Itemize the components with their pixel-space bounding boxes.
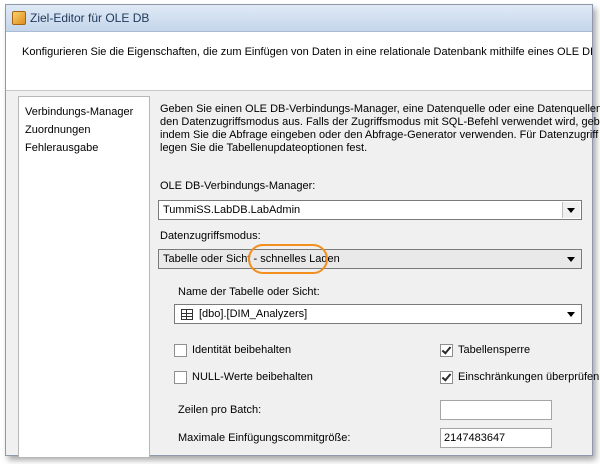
chevron-down-icon	[567, 312, 575, 317]
info-line: den Datenzugriffsmodus aus. Falls der Zu…	[160, 116, 600, 128]
max-commit-size-label: Maximale Einfügungscommitgröße:	[178, 432, 351, 444]
app-icon	[12, 11, 26, 25]
table-name-label: Name der Tabelle oder Sicht:	[178, 286, 320, 298]
rows-per-batch-label: Zeilen pro Batch:	[178, 404, 262, 416]
check-constraints-label: Einschränkungen überprüfen	[458, 371, 600, 383]
info-line: legen Sie die Tabellenupdateoptionen fes…	[160, 142, 368, 154]
table-lock-checkbox[interactable]	[440, 344, 453, 357]
table-lock-label: Tabellensperre	[458, 344, 531, 356]
rows-per-batch-input[interactable]	[440, 400, 552, 420]
nav-item-zuordnungen[interactable]: Zuordnungen	[25, 124, 90, 136]
info-line: Geben Sie einen OLE DB-Verbindungs-Manag…	[160, 103, 600, 115]
keep-identity-checkbox[interactable]	[174, 344, 187, 357]
title-bar[interactable]: Ziel-Editor für OLE DB	[6, 5, 592, 32]
max-commit-size-value: 2147483647	[444, 432, 506, 444]
window-title: Ziel-Editor für OLE DB	[30, 11, 150, 25]
nav-item-verbindungs-manager[interactable]: Verbindungs-Manager	[25, 106, 133, 118]
content-panel: Geben Sie einen OLE DB-Verbindungs-Manag…	[154, 96, 600, 456]
access-mode-label: Datenzugriffsmodus:	[160, 230, 261, 242]
check-constraints-checkbox[interactable]	[440, 371, 453, 384]
chevron-down-icon	[567, 257, 575, 262]
access-mode-dropdown-button[interactable]	[563, 251, 580, 267]
info-line: indem Sie die Abfrage eingeben oder den …	[160, 129, 600, 141]
nav-item-fehlerausgabe[interactable]: Fehlerausgabe	[25, 142, 98, 154]
connection-manager-value: TummiSS.LabDB.LabAdmin	[163, 204, 301, 216]
max-commit-size-input[interactable]: 2147483647	[440, 428, 552, 448]
connection-dropdown-button[interactable]	[562, 202, 580, 218]
keep-nulls-checkbox[interactable]	[174, 371, 187, 384]
header-panel: Konfigurieren Sie die Eigenschaften, die…	[6, 32, 592, 91]
highlight-annotation	[248, 244, 328, 274]
access-mode-combo[interactable]: Tabelle oder Sicht - schnelles Laden	[158, 249, 582, 269]
connection-manager-label: OLE DB-Verbindungs-Manager:	[160, 180, 316, 192]
keep-nulls-label: NULL-Werte beibehalten	[192, 371, 313, 383]
table-icon	[181, 309, 193, 320]
keep-identity-label: Identität beibehalten	[192, 344, 292, 356]
chevron-down-icon	[567, 208, 575, 213]
table-name-combo[interactable]: [dbo].[DIM_Analyzers]	[174, 304, 582, 324]
table-dropdown-button[interactable]	[563, 306, 580, 322]
table-name-value: [dbo].[DIM_Analyzers]	[199, 308, 308, 320]
connection-manager-combo[interactable]: TummiSS.LabDB.LabAdmin	[158, 200, 582, 220]
navigation-list: Verbindungs-Manager Zuordnungen Fehlerau…	[18, 96, 150, 458]
header-description: Konfigurieren Sie die Eigenschaften, die…	[22, 46, 593, 58]
